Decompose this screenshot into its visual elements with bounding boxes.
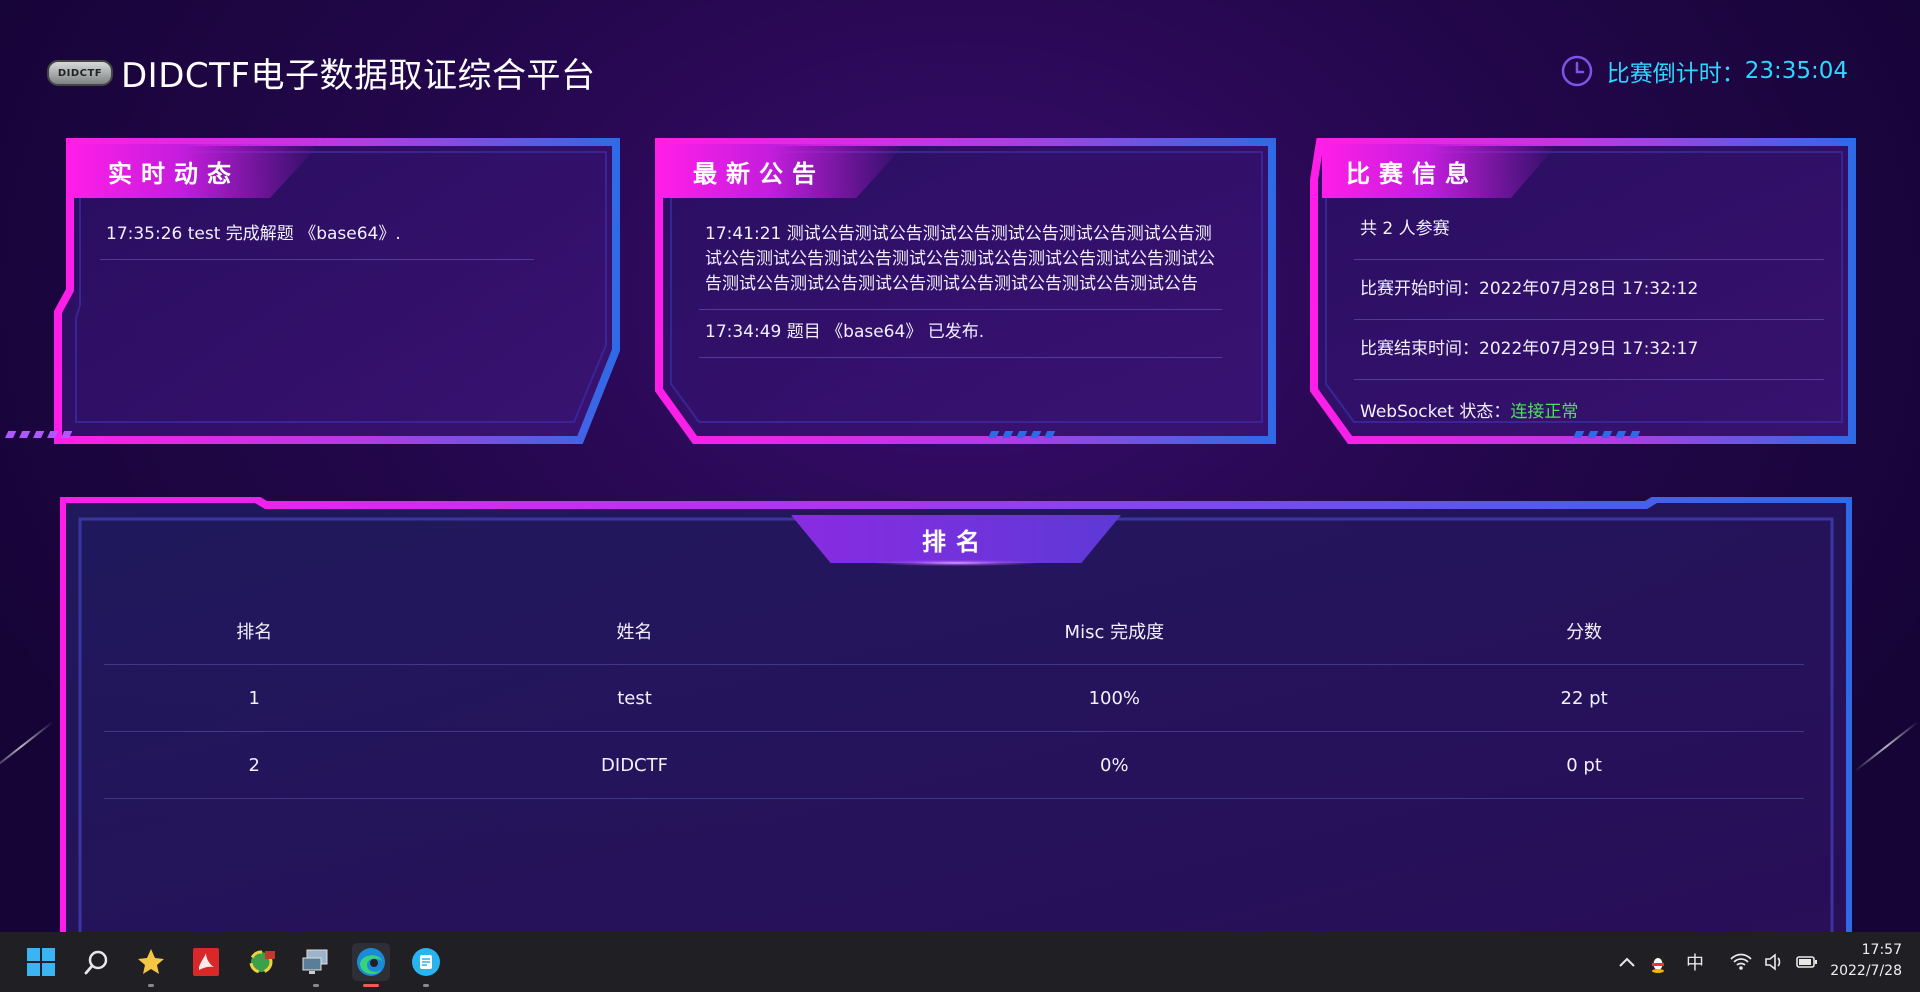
- notice-panel: 最新公告 17:41:21 测试公告测试公告测试公告测试公告测试公告测试公告测试…: [655, 138, 1276, 444]
- live-feed-panel: 实时动态 17:35:26 test 完成解题 《base64》.: [5, 138, 620, 444]
- start-time-row: 比赛开始时间：2022年07月28日 17:32:12: [1354, 260, 1824, 320]
- ime-indicator[interactable]: 中: [1686, 949, 1704, 975]
- end-time-row: 比赛结束时间：2022年07月29日 17:32:17: [1354, 320, 1824, 380]
- table-row: 1 test 100% 22 pt: [104, 664, 1804, 732]
- page-title: DIDCTF电子数据取证综合平台: [121, 56, 596, 96]
- title-glow: [876, 560, 1036, 566]
- ranking-title: 排名: [791, 515, 1121, 563]
- taskbar-clock[interactable]: 17:57 2022/7/28: [1830, 940, 1902, 982]
- ranking-table: 排名 姓名 Misc 完成度 分数 1 test 100% 22 pt 2 DI…: [104, 597, 1804, 799]
- table-row: 2 DIDCTF 0% 0 pt: [104, 731, 1804, 799]
- list-item: 17:35:26 test 完成解题 《base64》.: [100, 212, 534, 260]
- column-header-misc: Misc 完成度: [864, 597, 1365, 665]
- start-icon[interactable]: [22, 943, 60, 981]
- countdown-value: 23:35:04: [1744, 58, 1848, 84]
- app-logo: DIDCTF: [47, 60, 113, 86]
- websocket-status-value: 连接正常: [1510, 402, 1579, 422]
- score-cell: 22 pt: [1364, 664, 1804, 732]
- notice-list: 17:41:21 测试公告测试公告测试公告测试公告测试公告测试公告测试公告测试公…: [699, 212, 1222, 358]
- windows-taskbar: 中 17:57 2022/7/28: [0, 932, 1920, 992]
- column-header-score: 分数: [1364, 597, 1804, 665]
- misc-cell: 0%: [864, 731, 1365, 799]
- clock-icon: [1561, 55, 1592, 87]
- participant-count: 共 2 人参赛: [1354, 206, 1824, 260]
- running-indicator: [423, 984, 429, 987]
- column-header-name: 姓名: [404, 597, 865, 665]
- chevron-up-icon[interactable]: [1618, 955, 1636, 969]
- score-cell: 0 pt: [1364, 731, 1804, 799]
- name-cell: test: [404, 664, 865, 732]
- clock-date: 2022/7/28: [1830, 963, 1902, 979]
- penguin-icon[interactable]: [1648, 951, 1668, 973]
- running-indicator: [148, 984, 154, 987]
- star-app-icon[interactable]: [132, 943, 170, 987]
- network-app-icon[interactable]: [242, 943, 280, 981]
- rank-cell: 1: [104, 664, 405, 732]
- active-indicator: [363, 984, 379, 987]
- websocket-status-row: WebSocket 状态：连接正常: [1354, 380, 1824, 439]
- pdf-app-icon[interactable]: [187, 943, 225, 981]
- system-tray: 中: [1618, 932, 1818, 992]
- column-header-rank: 排名: [104, 597, 405, 665]
- running-indicator: [313, 984, 319, 987]
- volume-icon[interactable]: [1764, 953, 1784, 971]
- light-streak: [1854, 720, 1919, 772]
- table-header-row: 排名 姓名 Misc 完成度 分数: [104, 597, 1804, 665]
- clock-time: 17:57: [1861, 942, 1902, 958]
- match-info-panel: 比赛信息 共 2 人参赛 比赛开始时间：2022年07月28日 17:32:12…: [1310, 138, 1856, 444]
- name-cell: DIDCTF: [404, 731, 865, 799]
- rank-cell: 2: [104, 731, 405, 799]
- notes-app-icon[interactable]: [407, 943, 445, 987]
- ranking-panel: 排名 排名 姓名 Misc 完成度 分数 1 test 100% 22 pt 2…: [60, 497, 1852, 937]
- list-item: 17:34:49 题目 《base64》 已发布.: [699, 310, 1222, 358]
- countdown-label: 比赛倒计时：: [1606, 61, 1745, 87]
- end-time-value: 2022年07月29日 17:32:17: [1479, 339, 1699, 359]
- page-header: DIDCTF DIDCTF电子数据取证综合平台 比赛倒计时： 23:35:04: [0, 0, 1920, 130]
- battery-icon[interactable]: [1796, 954, 1818, 970]
- start-time-label: 比赛开始时间：: [1360, 279, 1479, 299]
- edge-browser-icon[interactable]: [352, 943, 390, 987]
- misc-cell: 100%: [864, 664, 1365, 732]
- light-streak: [0, 720, 54, 772]
- remote-desktop-icon[interactable]: [297, 943, 335, 987]
- countdown-timer: 比赛倒计时： 23:35:04: [1561, 54, 1848, 88]
- wifi-icon[interactable]: [1730, 953, 1752, 971]
- live-feed-list: 17:35:26 test 完成解题 《base64》.: [100, 212, 534, 260]
- websocket-status-label: WebSocket 状态：: [1360, 402, 1511, 422]
- match-info-list: 共 2 人参赛 比赛开始时间：2022年07月28日 17:32:12 比赛结束…: [1354, 206, 1824, 439]
- end-time-label: 比赛结束时间：: [1360, 339, 1479, 359]
- search-icon[interactable]: [78, 943, 116, 981]
- list-item: 17:41:21 测试公告测试公告测试公告测试公告测试公告测试公告测试公告测试公…: [699, 212, 1222, 310]
- start-time-value: 2022年07月28日 17:32:12: [1479, 279, 1699, 299]
